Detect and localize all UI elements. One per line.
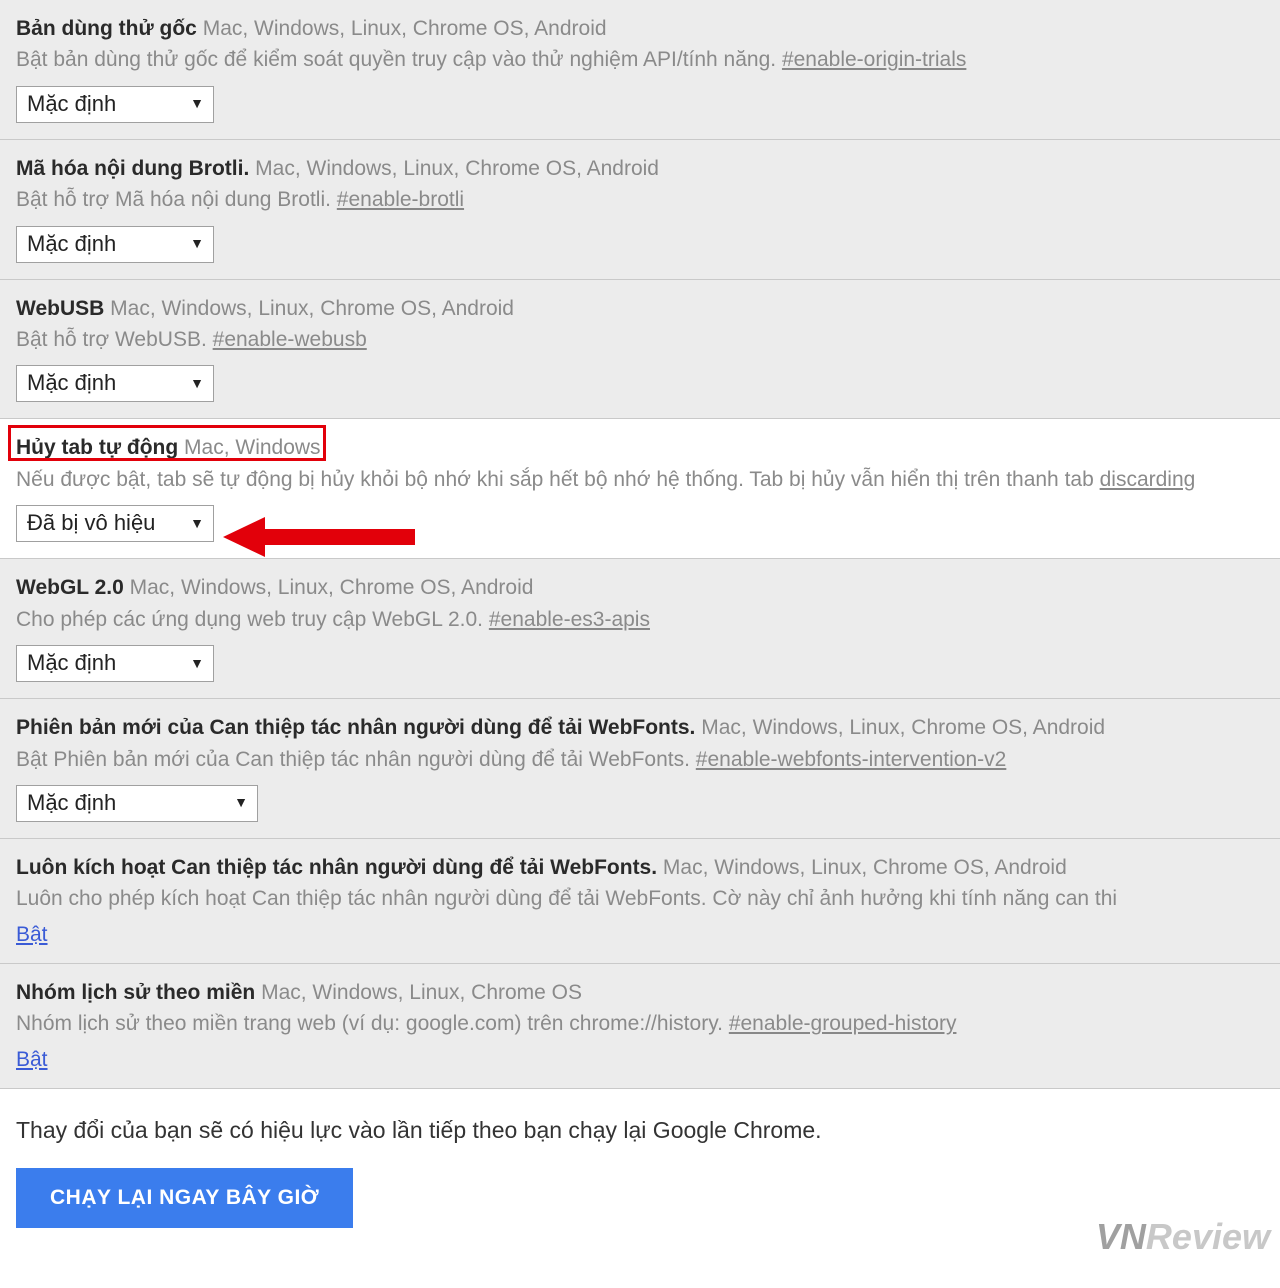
- flag-hash-link[interactable]: #enable-grouped-history: [729, 1012, 957, 1035]
- flag-title-line: Mã hóa nội dung Brotli. Mac, Windows, Li…: [16, 154, 1264, 183]
- flag-platforms: Mac, Windows, Linux, Chrome OS: [261, 981, 582, 1004]
- restart-bar: Thay đổi của bạn sẽ có hiệu lực vào lần …: [0, 1089, 1280, 1268]
- flag-select[interactable]: Mặc định: [16, 86, 214, 123]
- flag-platforms: Mac, Windows, Linux, Chrome OS, Android: [203, 17, 607, 40]
- flag-hash-link[interactable]: discarding: [1100, 468, 1196, 491]
- flag-platforms: Mac, Windows, Linux, Chrome OS, Android: [663, 856, 1067, 879]
- watermark-rest: Review: [1146, 1216, 1270, 1257]
- flag-select[interactable]: Mặc định: [16, 645, 214, 682]
- arrow-icon: [215, 507, 425, 567]
- flag-description-line: Nhóm lịch sử theo miền trang web (ví dụ:…: [16, 1009, 1264, 1039]
- flag-item: Mã hóa nội dung Brotli. Mac, Windows, Li…: [0, 140, 1280, 280]
- flag-enable-link[interactable]: Bật: [16, 923, 48, 947]
- flag-item: Luôn kích hoạt Can thiệp tác nhân người …: [0, 839, 1280, 964]
- flag-description: Luôn cho phép kích hoạt Can thiệp tác nh…: [16, 887, 1117, 910]
- flag-select[interactable]: Mặc định: [16, 365, 214, 402]
- flag-select-wrap: Mặc định▼: [16, 86, 214, 123]
- flag-platforms: Mac, Windows, Linux, Chrome OS, Android: [130, 576, 534, 599]
- flag-title: Luôn kích hoạt Can thiệp tác nhân người …: [16, 856, 657, 879]
- flag-item: WebUSB Mac, Windows, Linux, Chrome OS, A…: [0, 280, 1280, 420]
- flag-item: Phiên bản mới của Can thiệp tác nhân ngư…: [0, 699, 1280, 839]
- flag-description-line: Nếu được bật, tab sẽ tự động bị hủy khỏi…: [16, 465, 1264, 495]
- flag-title-line: Nhóm lịch sử theo miền Mac, Windows, Lin…: [16, 978, 1264, 1007]
- flag-description-line: Bật bản dùng thử gốc để kiểm soát quyền …: [16, 45, 1264, 75]
- flag-hash-link[interactable]: #enable-origin-trials: [782, 48, 966, 71]
- flag-title: WebGL 2.0: [16, 576, 124, 599]
- flag-description-line: Bật hỗ trợ Mã hóa nội dung Brotli. #enab…: [16, 185, 1264, 215]
- flag-item: Nhóm lịch sử theo miền Mac, Windows, Lin…: [0, 964, 1280, 1089]
- flag-item: Bản dùng thử gốc Mac, Windows, Linux, Ch…: [0, 0, 1280, 140]
- flag-description: Bật bản dùng thử gốc để kiểm soát quyền …: [16, 48, 782, 71]
- flag-enable-link[interactable]: Bật: [16, 1048, 48, 1072]
- flag-select-wrap: Mặc định▼: [16, 645, 214, 682]
- flag-description-line: Luôn cho phép kích hoạt Can thiệp tác nh…: [16, 884, 1264, 914]
- flag-description: Cho phép các ứng dụng web truy cập WebGL…: [16, 608, 489, 631]
- flag-select-wrap: Mặc định▼: [16, 226, 214, 263]
- flag-title: WebUSB: [16, 297, 104, 320]
- flag-description: Nhóm lịch sử theo miền trang web (ví dụ:…: [16, 1012, 729, 1035]
- flag-item: WebGL 2.0 Mac, Windows, Linux, Chrome OS…: [0, 559, 1280, 699]
- flag-platforms: Mac, Windows: [184, 436, 321, 459]
- flag-select-wrap: Đã bị vô hiệu▼: [16, 505, 214, 542]
- flag-title: Phiên bản mới của Can thiệp tác nhân ngư…: [16, 716, 695, 739]
- flag-select[interactable]: Đã bị vô hiệu: [16, 505, 214, 542]
- flag-description: Bật Phiên bản mới của Can thiệp tác nhân…: [16, 748, 696, 771]
- flags-list: Bản dùng thử gốc Mac, Windows, Linux, Ch…: [0, 0, 1280, 1089]
- flag-title-line: Luôn kích hoạt Can thiệp tác nhân người …: [16, 853, 1264, 882]
- flag-hash-link[interactable]: #enable-webusb: [213, 328, 367, 351]
- flag-select-wrap: Mặc định▼: [16, 785, 258, 822]
- flag-title-line: WebUSB Mac, Windows, Linux, Chrome OS, A…: [16, 294, 1264, 323]
- flag-platforms: Mac, Windows, Linux, Chrome OS, Android: [255, 157, 659, 180]
- flag-platforms: Mac, Windows, Linux, Chrome OS, Android: [110, 297, 514, 320]
- flag-description: Bật hỗ trợ Mã hóa nội dung Brotli.: [16, 188, 337, 211]
- flag-platforms: Mac, Windows, Linux, Chrome OS, Android: [701, 716, 1105, 739]
- flag-title: Bản dùng thử gốc: [16, 17, 197, 40]
- flag-select[interactable]: Mặc định: [16, 785, 258, 822]
- flag-select[interactable]: Mặc định: [16, 226, 214, 263]
- flag-description-line: Bật hỗ trợ WebUSB. #enable-webusb: [16, 325, 1264, 355]
- watermark-vn: VN: [1096, 1216, 1146, 1257]
- flag-description: Nếu được bật, tab sẽ tự động bị hủy khỏi…: [16, 468, 1100, 491]
- flag-title: Nhóm lịch sử theo miền: [16, 981, 255, 1004]
- restart-button[interactable]: CHẠY LẠI NGAY BÂY GIỜ: [16, 1168, 353, 1228]
- flag-hash-link[interactable]: #enable-es3-apis: [489, 608, 650, 631]
- flag-item: Hủy tab tự động Mac, Windows Nếu được bật…: [0, 419, 1280, 559]
- flag-title: Hủy tab tự động: [16, 436, 178, 459]
- flag-hash-link[interactable]: #enable-brotli: [337, 188, 464, 211]
- flag-title-line: WebGL 2.0 Mac, Windows, Linux, Chrome OS…: [16, 573, 1264, 602]
- watermark-logo: VNReview: [1096, 1216, 1270, 1258]
- flag-title: Mã hóa nội dung Brotli.: [16, 157, 249, 180]
- flag-description-line: Cho phép các ứng dụng web truy cập WebGL…: [16, 605, 1264, 635]
- flag-description-line: Bật Phiên bản mới của Can thiệp tác nhân…: [16, 745, 1264, 775]
- flag-hash-link[interactable]: #enable-webfonts-intervention-v2: [696, 748, 1007, 771]
- flag-description: Bật hỗ trợ WebUSB.: [16, 328, 213, 351]
- flag-title-line: Bản dùng thử gốc Mac, Windows, Linux, Ch…: [16, 14, 1264, 43]
- flag-title-line: Phiên bản mới của Can thiệp tác nhân ngư…: [16, 713, 1264, 742]
- flag-title-line: Hủy tab tự động Mac, Windows: [16, 433, 1264, 462]
- flag-select-wrap: Mặc định▼: [16, 365, 214, 402]
- restart-message: Thay đổi của bạn sẽ có hiệu lực vào lần …: [16, 1117, 1264, 1144]
